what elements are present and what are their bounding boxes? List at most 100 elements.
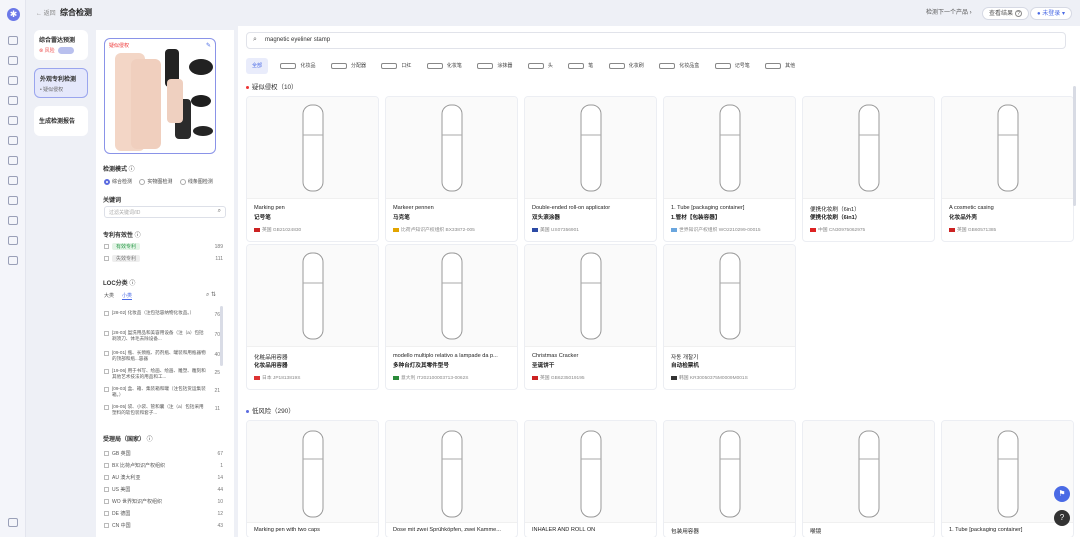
country-row[interactable]: US 美国 44 bbox=[104, 486, 226, 496]
flag-icon bbox=[254, 227, 260, 232]
cosmetic-icon bbox=[280, 62, 297, 69]
feedback-button[interactable]: ⚑ bbox=[1054, 486, 1070, 502]
rail-user-icon[interactable] bbox=[8, 518, 18, 527]
user-login-button[interactable]: ● 未登录 ▾ bbox=[1030, 7, 1072, 20]
result-card[interactable]: Marking pen with two caps bbox=[246, 420, 379, 537]
nav-radar[interactable]: 综合雷达预测 ⊗ 风险 bbox=[34, 30, 88, 60]
results-scrollbar[interactable] bbox=[1073, 86, 1076, 206]
category-chip[interactable]: 口红 bbox=[378, 58, 414, 74]
result-card[interactable]: A cosmetic casing 化妆品外壳 英国 GB60571385 bbox=[941, 96, 1074, 242]
loc-item[interactable]: [28-02] 化妆品（注包括容纳物化妆品。） 76 bbox=[104, 310, 222, 318]
search-input[interactable]: ⌕ magnetic eyeliner stamp bbox=[246, 32, 1066, 49]
rail-icon-6[interactable] bbox=[8, 136, 18, 145]
loc-item[interactable]: [09-01] 瓶、长颈瓶、药剂瓶、罐装和用瓶器物的顶部和瓶...容器 40 bbox=[104, 350, 222, 362]
country-row[interactable]: DE 德国 12 bbox=[104, 510, 226, 520]
flag-icon bbox=[532, 375, 538, 380]
loc-item[interactable]: [19-06] 用于书写、绘画、绘画、雕塑、雕刻和其他艺术技法的用品和工... 2… bbox=[104, 368, 222, 380]
rail-icon-1[interactable] bbox=[8, 36, 18, 45]
category-chip[interactable]: 笔 bbox=[565, 58, 596, 74]
result-card[interactable]: 자동 개찰기 自动检票机 韩国 KR30050375M0009M001S bbox=[663, 244, 796, 390]
flag-icon bbox=[949, 227, 955, 232]
mode-3: 线条图检测 bbox=[187, 179, 213, 185]
rail-icon-8[interactable] bbox=[8, 176, 18, 185]
rail-icon-10[interactable] bbox=[8, 216, 18, 225]
category-chip[interactable]: 记号笔 bbox=[712, 58, 753, 74]
rail-icon-12[interactable] bbox=[8, 256, 18, 265]
country-row[interactable]: BX 比荷卢知识产权组织 1 bbox=[104, 462, 226, 472]
edit-icon[interactable]: ✎ bbox=[206, 42, 211, 49]
category-chip[interactable]: 化妆品 bbox=[277, 58, 318, 74]
product-image bbox=[247, 97, 378, 199]
nav-report[interactable]: 生成检测报告 bbox=[34, 106, 88, 136]
result-card[interactable]: Markeer pennen 马克笔 比荷卢知识产权组织 BX33872-005 bbox=[385, 96, 518, 242]
card-title-zh: 记号笔 bbox=[254, 215, 271, 221]
category-chip[interactable]: 全部 bbox=[246, 58, 269, 74]
rail-icon-3[interactable] bbox=[8, 76, 18, 85]
valid-count: 189 bbox=[214, 244, 223, 250]
result-card[interactable]: 便携化妆刷（6in1） 便携化妆刷（6in1） 中国 CN30975062975 bbox=[802, 96, 935, 242]
rail-icon-2[interactable] bbox=[8, 56, 18, 65]
nav-appearance-sub: • 疑似侵权 bbox=[40, 87, 64, 93]
category-label: 笔 bbox=[588, 63, 594, 69]
validity-row-valid[interactable]: 有效专利 189 bbox=[104, 243, 226, 253]
query-image[interactable]: 疑似侵权 ✎ bbox=[104, 38, 216, 154]
back-link[interactable]: ← 返回 bbox=[36, 8, 56, 17]
country-count: 43 bbox=[217, 523, 223, 529]
rail-icon-9[interactable] bbox=[8, 196, 18, 205]
rail-icon-5[interactable] bbox=[8, 116, 18, 125]
result-card[interactable]: 1. Tube [packaging container] 1.管材【包装容器】世… bbox=[663, 96, 796, 242]
view-results-button[interactable]: 查看结果? bbox=[982, 7, 1030, 20]
mode-radio-3[interactable]: 线条图检测 bbox=[179, 178, 213, 185]
card-title-en: Markeer pennen bbox=[393, 205, 434, 211]
category-chip[interactable]: 化妆品盒 bbox=[656, 58, 702, 74]
category-chip[interactable]: 头 bbox=[525, 58, 556, 74]
rail-icon-11[interactable] bbox=[8, 236, 18, 245]
card-title-en: modello multiplo relativo a lampade da p… bbox=[393, 353, 498, 359]
help-button[interactable]: ? bbox=[1054, 510, 1070, 526]
card-meta: 中国 CN30975062975 bbox=[810, 226, 865, 233]
card-title-en: 化粧品用容器 bbox=[254, 355, 288, 361]
country-row[interactable]: WO 世界知识产权组织 10 bbox=[104, 498, 226, 508]
validity-row-invalid[interactable]: 失效专利 111 bbox=[104, 255, 226, 265]
toggle-switch[interactable] bbox=[57, 47, 74, 55]
result-card[interactable]: Dose mit zwei Sprühköpfen, zwei Kamme... bbox=[385, 420, 518, 537]
nav-appearance[interactable]: 外观专利检测 • 疑似侵权 bbox=[34, 68, 88, 98]
result-card[interactable]: Double-ended roll-on applicator 双头滚涂器 美国 U… bbox=[524, 96, 657, 242]
app-logo-icon[interactable]: ✱ bbox=[7, 8, 20, 21]
country-row[interactable]: CN 中国 43 bbox=[104, 522, 226, 532]
result-card[interactable]: 包装用容器 bbox=[663, 420, 796, 537]
loc-item[interactable]: [09-03] 盒、箱、集装箱和罐（注包括货运集装箱。） 21 bbox=[104, 386, 222, 398]
category-chip[interactable]: 化妆笔 bbox=[424, 58, 465, 74]
rail-icon-7[interactable] bbox=[8, 156, 18, 165]
search-icon[interactable]: ⌕ bbox=[218, 208, 221, 215]
flag-icon bbox=[810, 227, 816, 232]
loc-item[interactable]: [28-03] 盥洗用品和美容用设备（注（a）包括剃须刀、体毛去除设备... 70 bbox=[104, 330, 222, 342]
result-card[interactable]: Marking pen 记号笔 英国 GB21024830 bbox=[246, 96, 379, 242]
keyword-input[interactable]: 过滤关键词/ID ⌕ bbox=[104, 206, 226, 218]
result-card[interactable]: modello multiplo relativo a lampade da p… bbox=[385, 244, 518, 390]
category-chip[interactable]: 涂抹器 bbox=[474, 58, 515, 74]
mode-radio-2[interactable]: 实物图检测 bbox=[139, 178, 172, 185]
category-chip[interactable]: 其他 bbox=[762, 58, 798, 74]
next-product-link[interactable]: 检测下一个产品 › bbox=[926, 7, 972, 20]
result-card[interactable]: Christmas Cracker 圣诞饼干 英国 GB6235019195 bbox=[524, 244, 657, 390]
result-card[interactable]: 化粧品用容器 化妆品用容器 日本 JP1813819S bbox=[246, 244, 379, 390]
tab-minor[interactable]: 小类 bbox=[122, 293, 133, 300]
category-chip[interactable]: 化妆刷 bbox=[606, 58, 647, 74]
country-row[interactable]: AU 澳大利亚 14 bbox=[104, 474, 226, 484]
mode-radio-1[interactable]: 综合检测 bbox=[104, 178, 132, 185]
loc-search-icon[interactable]: ⌕ ⇅ bbox=[206, 291, 216, 299]
result-card[interactable]: 喉镜 bbox=[802, 420, 935, 537]
nav-report-label: 生成检测报告 bbox=[39, 119, 76, 125]
nav-radar-risk: ⊗ 风险 bbox=[39, 47, 83, 55]
loc-scrollbar[interactable] bbox=[220, 306, 223, 366]
loc-item[interactable]: [09-05] 袋、小袋、管和囊（注（a）包括采用塑料的软包装和套子... 11 bbox=[104, 404, 222, 416]
card-title-en: 1. Tube [packaging container] bbox=[671, 205, 745, 211]
rail-icon-4[interactable] bbox=[8, 96, 18, 105]
tab-major[interactable]: 大类 bbox=[104, 293, 114, 299]
applicator-icon bbox=[477, 62, 494, 69]
country-row[interactable]: GB 英国 67 bbox=[104, 450, 226, 460]
result-card[interactable]: INHALER AND ROLL ON bbox=[524, 420, 657, 537]
flag-icon bbox=[254, 375, 260, 380]
category-chip[interactable]: 分配器 bbox=[328, 58, 369, 74]
